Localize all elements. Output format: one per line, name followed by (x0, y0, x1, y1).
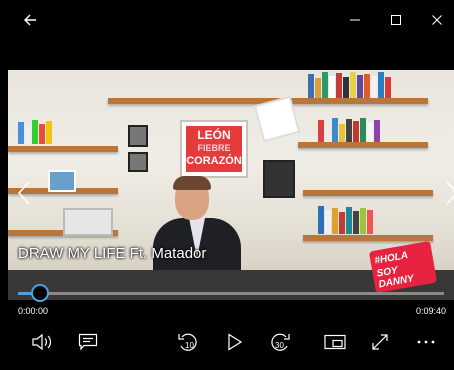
mini-view-icon[interactable] (323, 330, 347, 354)
wall-picture (128, 152, 148, 172)
printer (63, 208, 113, 236)
red-poster: LEÓN FIEBRE CORAZÓN (180, 120, 248, 178)
fullscreen-icon[interactable] (368, 330, 392, 354)
poster-line: FIEBRE (197, 143, 231, 153)
seek-bar[interactable] (18, 284, 444, 302)
shelf (303, 190, 433, 196)
wall-picture (128, 125, 148, 147)
wall-picture (263, 160, 295, 198)
shelf (8, 146, 118, 152)
player-window: LEÓN FIEBRE CORAZÓN #HOLA SOY DANNY DRAW… (0, 0, 454, 370)
play-icon[interactable] (223, 330, 247, 354)
more-options-icon[interactable] (414, 330, 438, 354)
minimize-icon[interactable] (340, 8, 370, 32)
skip-back-value: 10 (185, 341, 194, 350)
total-time: 0:09:40 (415, 306, 446, 316)
wall-picture (48, 170, 76, 192)
close-icon[interactable] (422, 8, 452, 32)
title-bar (0, 0, 454, 40)
books (18, 120, 52, 144)
books (308, 72, 391, 98)
next-arrow-icon[interactable] (442, 178, 454, 208)
skip-forward-value: 30 (275, 341, 284, 350)
volume-icon[interactable] (30, 330, 54, 354)
books (318, 206, 373, 234)
shelf (298, 142, 428, 148)
current-time: 0:00:00 (18, 306, 49, 316)
shelf (303, 235, 433, 241)
skip-back-10-icon[interactable]: 10 (176, 330, 200, 354)
previous-arrow-icon[interactable] (14, 178, 34, 208)
video-frame[interactable]: LEÓN FIEBRE CORAZÓN #HOLA SOY DANNY (8, 70, 454, 300)
poster-line: LEÓN (197, 128, 231, 142)
captions-icon[interactable] (76, 330, 100, 354)
skip-forward-30-icon[interactable]: 30 (268, 330, 292, 354)
video-title: DRAW MY LIFE Ft. Matador (18, 245, 207, 262)
books (318, 118, 380, 142)
back-arrow-icon[interactable] (18, 8, 42, 32)
maximize-icon[interactable] (381, 8, 411, 32)
poster-line: CORAZÓN (186, 155, 242, 167)
